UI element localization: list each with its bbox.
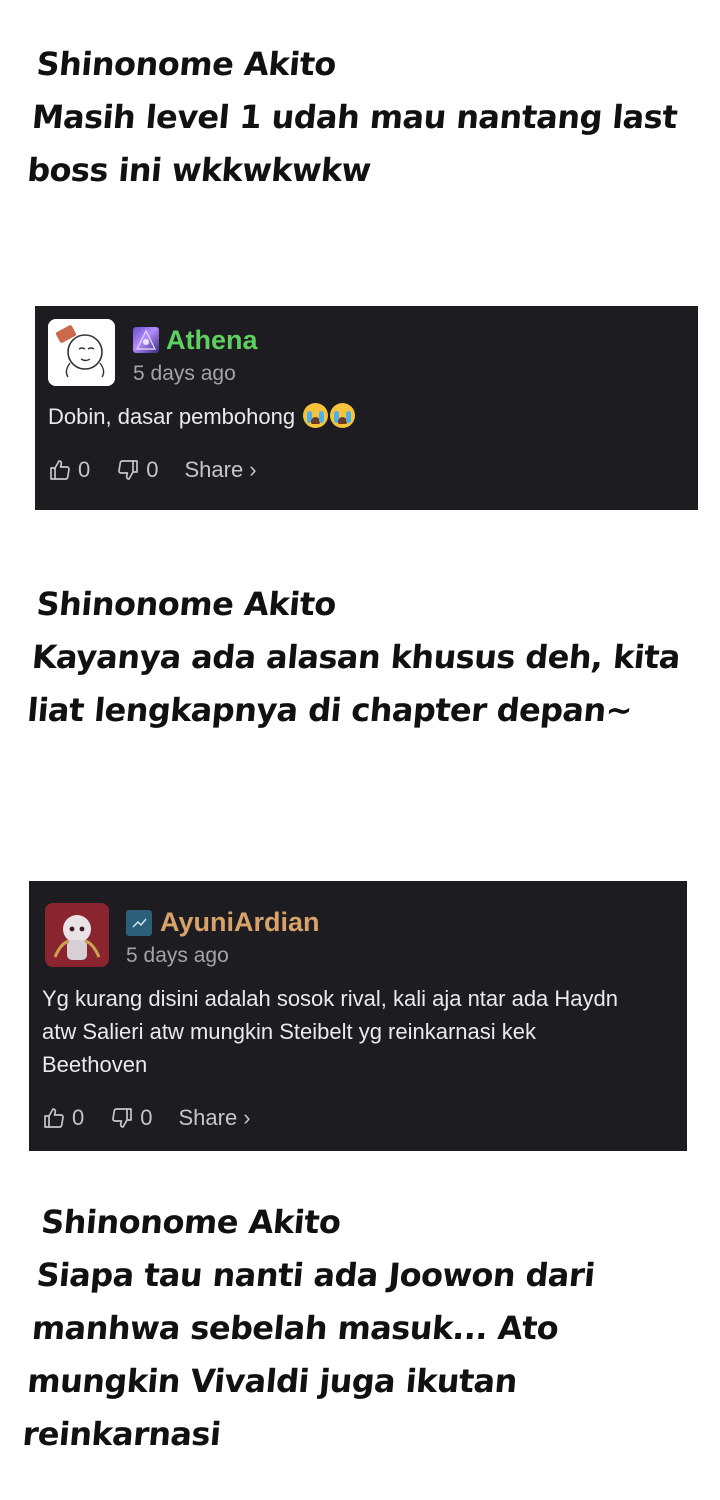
comment-text: Yg kurang disini adalah sosok rival, kal… <box>42 986 618 1077</box>
thumbs-up-icon <box>44 1108 64 1128</box>
comment-card: AyuniArdian 5 days ago Yg kurang disini … <box>29 881 687 1151</box>
reply-author: Shinonome Akito <box>35 45 338 83</box>
share-button[interactable]: Share › <box>179 1105 251 1131</box>
username[interactable]: Athena <box>166 325 258 355</box>
loudly-crying-face-icon <box>330 403 356 428</box>
like-button[interactable]: 0 <box>48 457 90 483</box>
anime-character-avatar-icon <box>45 903 109 967</box>
comment-card: Athena 5 days ago Dobin, dasar pembohong… <box>35 306 698 510</box>
purple-crystal-badge-icon <box>133 327 159 353</box>
loudly-crying-face-icon <box>303 403 329 428</box>
comment-actions: 0 0 Share › <box>42 1105 251 1131</box>
comment-text: Dobin, dasar pembohong <box>48 400 678 433</box>
reply-author: Shinonome Akito <box>35 585 338 623</box>
comment-actions: 0 0 Share › <box>48 457 257 483</box>
reply-text: Masih level 1 udah mau nantang last boss… <box>25 98 679 189</box>
comment-text-content: Dobin, dasar pembohong <box>48 404 296 429</box>
like-count: 0 <box>78 457 91 482</box>
reply-text: Siapa tau nanti ada Joowon dari manhwa s… <box>21 1256 597 1453</box>
avatar[interactable] <box>48 319 115 386</box>
thumbs-down-icon <box>112 1108 133 1128</box>
thumbs-up-icon <box>50 460 70 480</box>
share-button[interactable]: Share › <box>185 457 257 483</box>
doodle-character-avatar-icon <box>48 319 115 386</box>
reply-block: Shinonome Akito Siapa tau nanti ada Joow… <box>20 1196 711 1461</box>
dislike-button[interactable]: 0 <box>110 1105 153 1131</box>
like-button[interactable]: 0 <box>42 1105 84 1131</box>
username[interactable]: AyuniArdian <box>160 907 320 937</box>
timestamp: 5 days ago <box>133 362 236 385</box>
dislike-button[interactable]: 0 <box>116 457 159 483</box>
like-count: 0 <box>72 1105 85 1130</box>
thumbs-down-icon <box>118 460 139 480</box>
blue-badge-icon <box>126 910 152 936</box>
dislike-count: 0 <box>140 1105 153 1130</box>
chevron-right-icon: › <box>249 457 257 482</box>
reply-text: Kayanya ada alasan khusus deh, kita liat… <box>25 638 682 729</box>
share-label: Share <box>184 457 244 482</box>
avatar[interactable] <box>45 903 109 967</box>
timestamp: 5 days ago <box>126 944 229 967</box>
chevron-right-icon: › <box>243 1105 251 1130</box>
dislike-count: 0 <box>146 457 159 482</box>
reply-block: Shinonome Akito Masih level 1 udah mau n… <box>25 38 707 197</box>
reply-block: Shinonome Akito Kayanya ada alasan khusu… <box>25 578 707 737</box>
share-label: Share <box>178 1105 238 1130</box>
reply-author: Shinonome Akito <box>39 1203 343 1241</box>
